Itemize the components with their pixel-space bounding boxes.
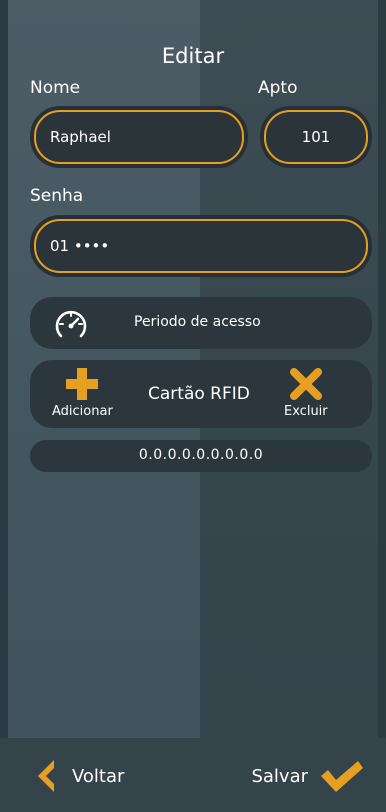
rfid-code-value: 0.0.0.0.0.0.0.0.0 [138, 447, 264, 463]
access-period-button[interactable]: Periodo de acesso [30, 297, 372, 349]
apt-value: 101 [301, 128, 331, 146]
rfid-card-panel: Adicionar Cartão RFID Excluir [30, 360, 372, 428]
password-value: 01 •••• [50, 237, 110, 255]
page-title: Editar [161, 44, 225, 68]
plus-icon [66, 368, 99, 400]
password-label: Senha [30, 186, 84, 206]
delete-rfid-label: Excluir [284, 404, 328, 419]
add-rfid-label: Adicionar [52, 404, 113, 419]
access-period-label: Periodo de acesso [134, 314, 261, 330]
save-label: Salvar [251, 765, 308, 787]
left-edge [0, 0, 8, 738]
edit-screen: Editar Nome Apto Raphael 101 Senha 01 ••… [0, 0, 386, 812]
chevron-left-icon [38, 760, 54, 792]
checkmark-icon [321, 761, 363, 792]
speedometer-icon [55, 310, 87, 338]
close-icon [289, 368, 322, 400]
back-button[interactable]: Voltar [34, 758, 124, 794]
rfid-title: Cartão RFID [148, 384, 250, 404]
delete-rfid-button[interactable]: Excluir [284, 366, 328, 419]
back-label: Voltar [72, 765, 125, 787]
apt-label: Apto [258, 78, 298, 98]
right-edge [378, 0, 386, 738]
apt-field[interactable]: 101 [264, 110, 368, 164]
add-rfid-button[interactable]: Adicionar [52, 366, 113, 419]
name-label: Nome [30, 78, 81, 98]
save-button[interactable]: Salvar [251, 758, 364, 794]
rfid-code-display: 0.0.0.0.0.0.0.0.0 [30, 440, 372, 472]
name-field[interactable]: Raphael [34, 110, 244, 164]
name-value: Raphael [50, 128, 111, 146]
footer-bar: Voltar Salvar [0, 738, 386, 812]
password-field[interactable]: 01 •••• [34, 219, 368, 273]
